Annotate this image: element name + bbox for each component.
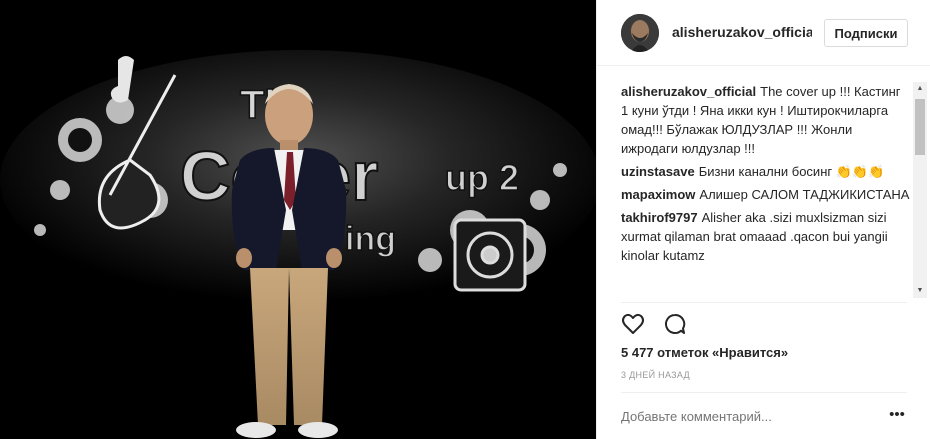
comment-text: Бизни канални босинг 👏👏👏 xyxy=(698,164,885,179)
comment-username[interactable]: alisheruzakov_official xyxy=(621,84,756,99)
scroll-up-arrow-icon[interactable]: ▲ xyxy=(913,82,927,96)
likes-count[interactable]: 5 477 отметок «Нравится» xyxy=(621,345,788,360)
caption-comment: alisheruzakov_official The cover up !!! К… xyxy=(621,82,911,158)
backdrop-title-up2: up 2 xyxy=(445,157,519,198)
comment-text: Алишер САЛОМ ТАДЖИКИСТАНА xyxy=(699,187,910,202)
more-options-icon[interactable]: ••• xyxy=(885,404,909,428)
avatar-image xyxy=(621,14,659,52)
post-actions xyxy=(621,312,701,336)
post-timestamp[interactable]: 3 дней назад xyxy=(621,370,690,380)
comment-item: uzinstasave Бизни канални босинг 👏👏👏 xyxy=(621,162,911,181)
comment-item: mapaximow Алишер САЛОМ ТАДЖИКИСТАНА xyxy=(621,185,911,204)
avatar[interactable] xyxy=(621,14,659,52)
post-side-panel: alisheruzakov_official Подписки alisheru… xyxy=(596,0,930,439)
scrollbar-thumb[interactable] xyxy=(915,99,925,155)
comment-username[interactable]: takhirof9797 xyxy=(621,210,698,225)
instagram-post-modal: The Cover up 2 ing xyxy=(0,0,930,439)
heart-icon[interactable] xyxy=(621,312,645,341)
post-header: alisheruzakov_official Подписки xyxy=(597,0,930,66)
post-photo-art: The Cover up 2 ing xyxy=(0,0,596,439)
comments-scrollbar[interactable]: ▲ ▼ xyxy=(913,82,927,298)
post-photo[interactable]: The Cover up 2 ing xyxy=(0,0,596,439)
add-comment-input[interactable] xyxy=(621,404,881,428)
comment-username[interactable]: mapaximow xyxy=(621,187,695,202)
backdrop-subtitle: ing xyxy=(345,220,396,258)
comment-item: takhirof9797 Alisher aka .sizi muxlsizman… xyxy=(621,208,911,265)
section-divider xyxy=(621,302,907,303)
section-divider xyxy=(621,392,907,393)
comment-bubble-icon[interactable] xyxy=(663,312,687,341)
comments-list: alisheruzakov_official The cover up !!! К… xyxy=(621,82,911,297)
following-button[interactable]: Подписки xyxy=(824,19,908,47)
comment-username[interactable]: uzinstasave xyxy=(621,164,695,179)
username-link[interactable]: alisheruzakov_official xyxy=(672,24,812,40)
scroll-down-arrow-icon[interactable]: ▼ xyxy=(913,284,927,298)
